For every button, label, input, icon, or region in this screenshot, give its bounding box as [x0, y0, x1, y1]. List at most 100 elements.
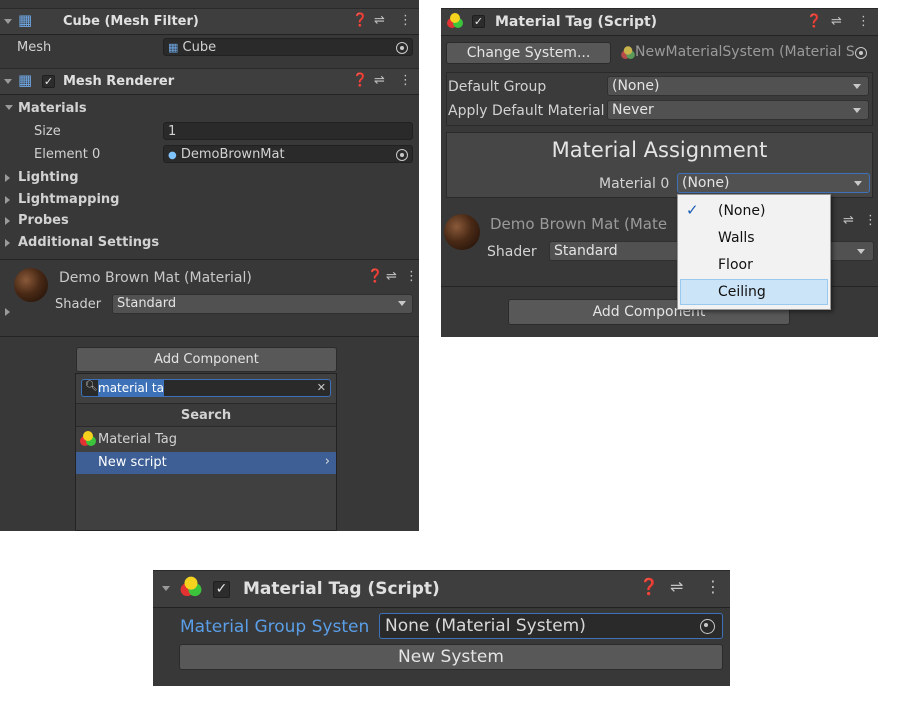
- kebab-menu-icon[interactable]: ⋮: [405, 270, 418, 284]
- kebab-menu-icon[interactable]: ⋮: [705, 579, 721, 595]
- divider: [0, 336, 419, 337]
- kebab-menu-icon[interactable]: ⋮: [864, 214, 877, 228]
- materials-foldout-icon[interactable]: [5, 105, 13, 110]
- dropdown-arrow-icon: [853, 108, 861, 113]
- default-group-label: Default Group: [448, 79, 547, 95]
- material-tag-title: Material Tag (Script): [243, 579, 440, 599]
- default-group-dropdown[interactable]: (None): [607, 76, 869, 96]
- option-ceiling[interactable]: Ceiling: [680, 279, 828, 305]
- size-field[interactable]: 1: [163, 122, 413, 140]
- change-system-button[interactable]: Change System...: [446, 42, 611, 64]
- help-icon[interactable]: ❓: [806, 15, 822, 29]
- foldout-lightmapping[interactable]: Lightmapping: [18, 192, 119, 207]
- foldout-probes[interactable]: Probes: [18, 213, 69, 228]
- material0-dropdown[interactable]: (None): [677, 173, 870, 193]
- material0-options-popup: ✓ (None) Walls Floor Ceiling: [677, 194, 831, 310]
- foldout-lighting[interactable]: Lighting: [18, 170, 79, 185]
- probes-foldout-icon[interactable]: [5, 217, 10, 225]
- option-floor-label: Floor: [718, 257, 753, 273]
- search-field[interactable]: 🔍︎ material ta ✕: [81, 379, 331, 397]
- mesh-renderer-header[interactable]: ▦ ✓ Mesh Renderer ❓ ⇌ ⋮: [0, 68, 419, 95]
- default-group-value: (None): [612, 78, 660, 94]
- element0-value: DemoBrownMat: [180, 147, 285, 162]
- result-material-tag-label: Material Tag: [98, 432, 177, 447]
- mesh-filter-grid-icon: ▦: [18, 11, 33, 29]
- apply-default-label: Apply Default Material: [448, 103, 605, 119]
- preset-sliders-icon[interactable]: ⇌: [843, 214, 854, 228]
- shader-label: Shader: [55, 297, 102, 312]
- option-floor[interactable]: Floor: [680, 252, 828, 278]
- material0-value: (None): [682, 175, 730, 191]
- material-tag-header[interactable]: ✓ Material Tag (Script) ❓ ⇌ ⋮: [153, 570, 730, 608]
- foldout-additional-settings[interactable]: Additional Settings: [18, 235, 159, 250]
- material-tag-icon: [180, 576, 202, 598]
- result-new-script-label: New script: [98, 455, 167, 470]
- apply-default-dropdown[interactable]: Never: [607, 100, 869, 120]
- materials-label[interactable]: Materials: [18, 101, 87, 116]
- help-icon[interactable]: ❓: [639, 579, 659, 595]
- bg-material-title: Demo Brown Mat (Mate: [490, 215, 668, 233]
- chevron-right-icon: ›: [324, 454, 330, 469]
- element0-label: Element 0: [34, 147, 101, 162]
- enabled-checkbox[interactable]: ✓: [472, 15, 485, 28]
- result-new-script[interactable]: New script ›: [76, 452, 336, 474]
- material-tag-icon: [447, 13, 463, 29]
- option-none[interactable]: ✓ (None): [680, 198, 828, 224]
- enabled-checkbox[interactable]: ✓: [42, 75, 55, 88]
- result-material-tag[interactable]: Material Tag: [76, 429, 336, 451]
- lightmapping-foldout-icon[interactable]: [5, 196, 10, 204]
- mesh-renderer-icon: ▦: [18, 71, 33, 89]
- dropdown-arrow-icon: [853, 84, 861, 89]
- kebab-menu-icon[interactable]: ⋮: [857, 15, 870, 29]
- shader-dropdown[interactable]: Standard: [112, 294, 413, 314]
- help-icon[interactable]: ❓: [367, 270, 383, 284]
- object-picker-icon[interactable]: [396, 42, 408, 54]
- search-input[interactable]: material ta: [98, 380, 164, 396]
- mesh-renderer-title: Mesh Renderer: [63, 74, 175, 89]
- preset-sliders-icon[interactable]: ⇌: [374, 74, 385, 88]
- kebab-menu-icon[interactable]: ⋮: [399, 74, 412, 88]
- enabled-checkbox[interactable]: ✓: [213, 581, 230, 598]
- divider: [0, 259, 419, 260]
- object-picker-icon[interactable]: [855, 47, 867, 59]
- mesh-filter-header[interactable]: ▦ Cube (Mesh Filter) ❓ ⇌ ⋮: [0, 8, 419, 35]
- material-tag-title: Material Tag (Script): [495, 14, 658, 30]
- size-label: Size: [34, 124, 61, 139]
- inspector-panel-bottom: ✓ Material Tag (Script) ❓ ⇌ ⋮ Material G…: [153, 570, 730, 686]
- material-tag-header[interactable]: ✓ Material Tag (Script) ❓ ⇌ ⋮: [441, 8, 878, 36]
- dropdown-arrow-icon: [857, 249, 865, 254]
- group-system-value: None (Material System): [385, 616, 586, 636]
- foldout-arrow-icon[interactable]: [4, 79, 12, 84]
- preset-sliders-icon[interactable]: ⇌: [374, 14, 385, 28]
- foldout-arrow-icon[interactable]: [162, 586, 170, 591]
- material-foldout-icon[interactable]: [5, 308, 10, 316]
- add-component-button[interactable]: Add Component: [76, 347, 337, 372]
- inspector-panel-left: ▦ Cube (Mesh Filter) ❓ ⇌ ⋮ Mesh ▦ Cube ▦…: [0, 0, 419, 531]
- kebab-menu-icon[interactable]: ⋮: [399, 14, 412, 28]
- element0-object-field[interactable]: ● DemoBrownMat: [163, 145, 413, 163]
- mesh-filter-title: Cube (Mesh Filter): [63, 14, 199, 29]
- option-walls[interactable]: Walls: [680, 225, 828, 251]
- mesh-grid-icon: ▦: [168, 41, 179, 54]
- group-system-object-field[interactable]: None (Material System): [379, 613, 723, 639]
- preset-sliders-icon[interactable]: ⇌: [670, 579, 683, 595]
- option-ceiling-label: Ceiling: [718, 284, 766, 300]
- object-picker-icon[interactable]: [396, 149, 408, 161]
- mesh-object-field[interactable]: ▦ Cube: [163, 38, 413, 56]
- help-icon[interactable]: ❓: [352, 14, 368, 28]
- system-object-field[interactable]: NewMaterialSystem (Material S: [617, 42, 872, 64]
- clear-search-icon[interactable]: ✕: [317, 380, 326, 396]
- search-header-label: Search: [180, 408, 232, 423]
- mesh-label: Mesh: [17, 40, 52, 55]
- preset-sliders-icon[interactable]: ⇌: [831, 15, 842, 29]
- lighting-foldout-icon[interactable]: [5, 174, 10, 182]
- object-picker-icon[interactable]: [700, 619, 715, 634]
- foldout-arrow-icon[interactable]: [4, 19, 12, 24]
- preset-sliders-icon[interactable]: ⇌: [386, 270, 397, 284]
- option-none-label: (None): [718, 203, 766, 219]
- new-system-button[interactable]: New System: [179, 644, 723, 670]
- dropdown-arrow-icon: [398, 301, 406, 306]
- add-component-popup: 🔍︎ material ta ✕ Search Material Tag New…: [75, 373, 337, 531]
- additional-settings-foldout-icon[interactable]: [5, 239, 10, 247]
- help-icon[interactable]: ❓: [352, 74, 368, 88]
